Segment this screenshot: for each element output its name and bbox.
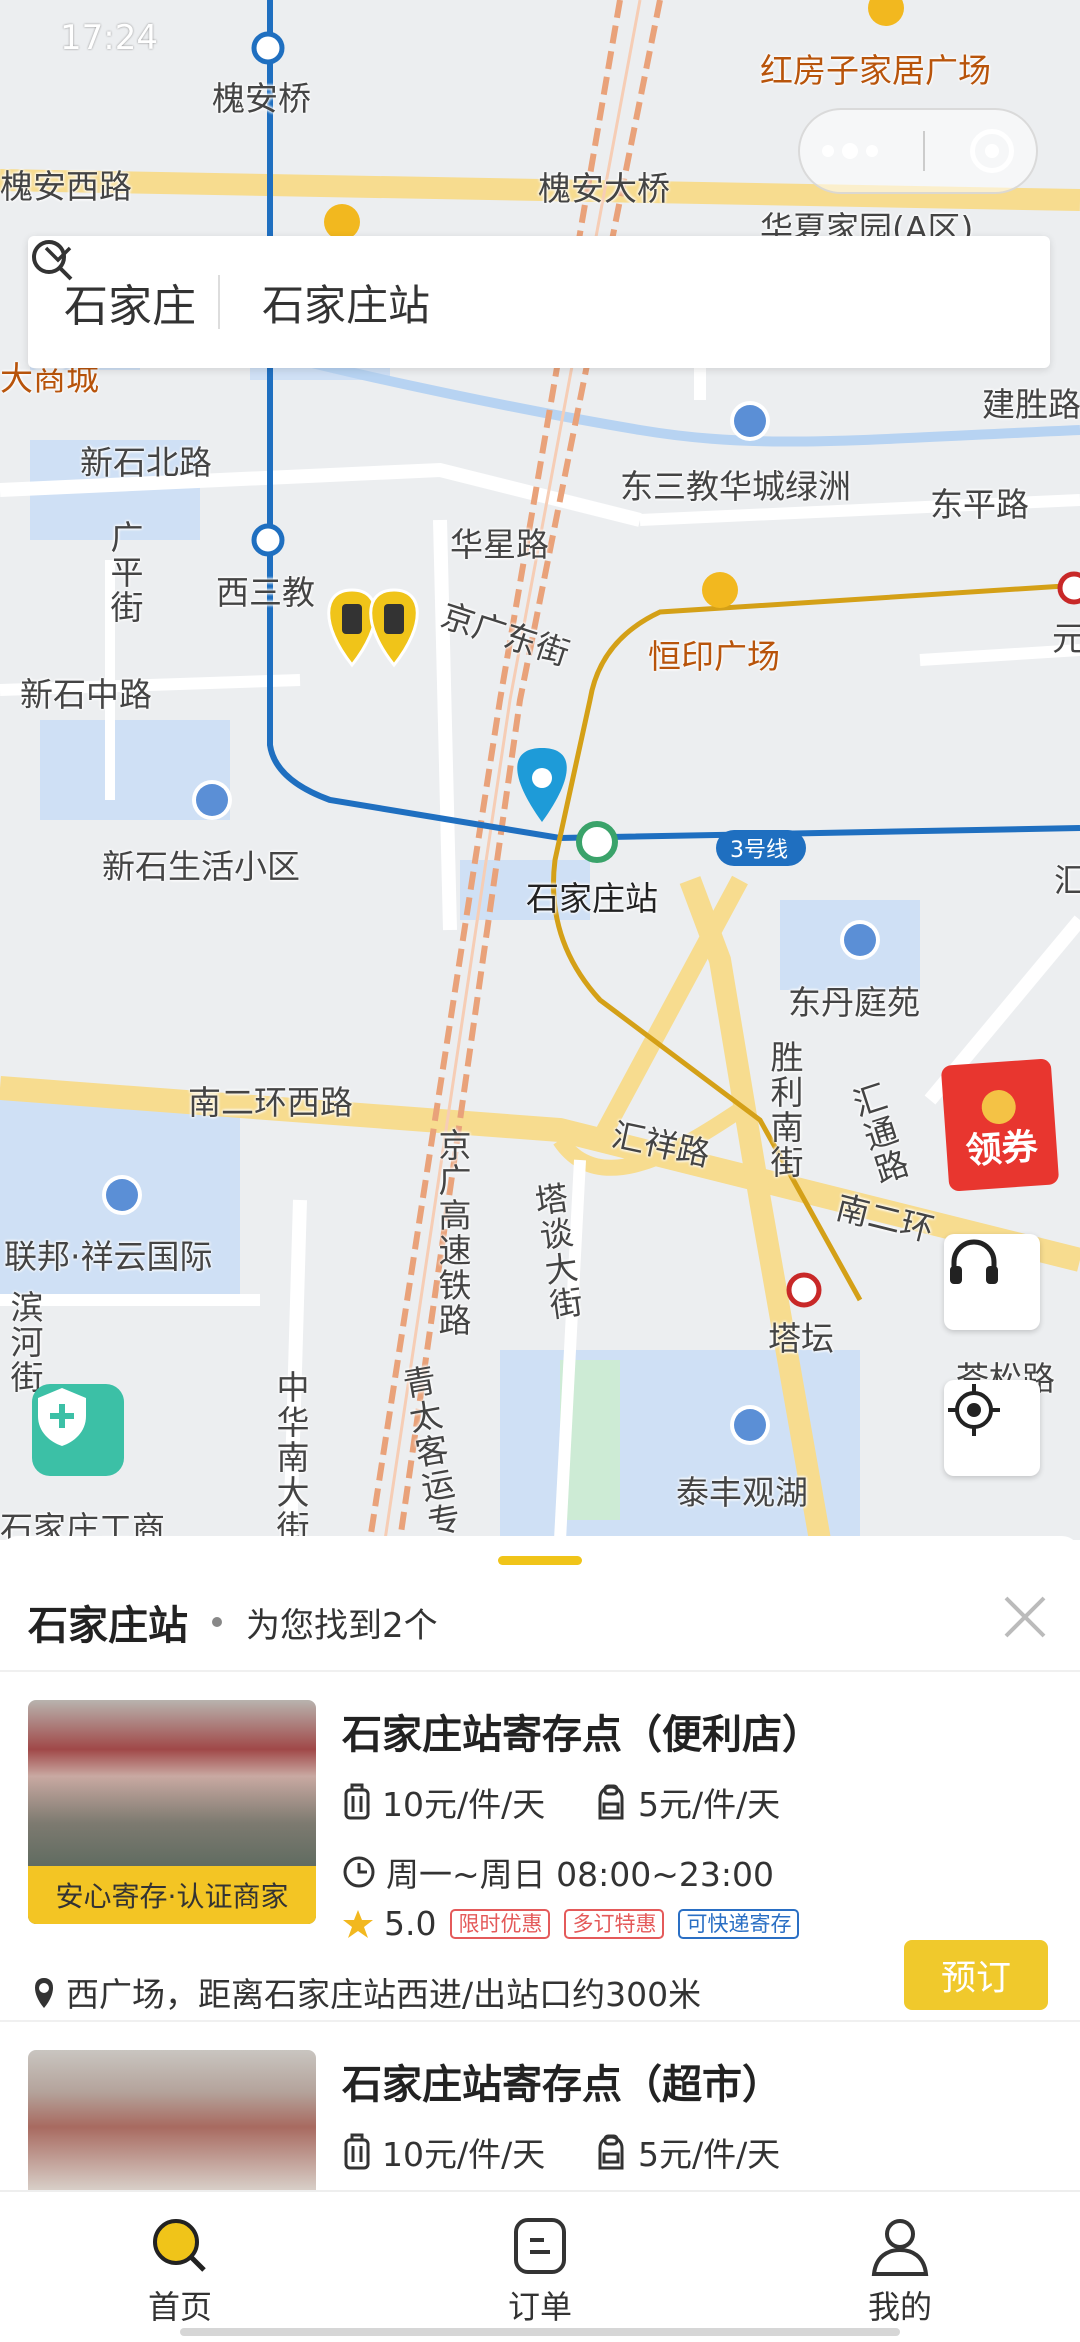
luggage-pin-2 <box>369 588 419 668</box>
map-label: 元 <box>1052 619 1080 658</box>
profile-icon <box>871 2219 929 2276</box>
price-large: 10元/件/天 <box>382 1785 546 1824</box>
map-label: 新石中路 <box>20 675 152 714</box>
city-label: 石家庄 <box>64 281 196 332</box>
map-label: 建胜路 <box>982 385 1080 424</box>
verified-tag: 安心寄存·认证商家 <box>28 1866 316 1924</box>
sheet-header: 石家庄站 为您找到2个 <box>28 1592 438 1652</box>
map-label: 胜利南街 <box>765 1040 804 1180</box>
clock-icon <box>343 1856 375 1888</box>
price-small-row: 5元/件/天 <box>594 1778 780 1826</box>
store-name: 石家庄站寄存点（超市） <box>342 2062 782 2108</box>
hours-row: 周一~周日 08:00~23:00 <box>342 1848 774 1896</box>
miniprogram-capsule <box>798 108 1038 194</box>
map-label: 泰丰观湖 <box>676 1473 808 1512</box>
line3-label: 3号线 <box>730 838 788 863</box>
address-row: 西广场，距离石家庄站西进/出站口约300米 <box>30 1968 701 2016</box>
separator-dot <box>212 1617 222 1627</box>
star-icon <box>343 1909 373 1938</box>
bottom-tab-bar: 首页 订单 我的 <box>0 2190 1080 2340</box>
tab-profile[interactable]: 我的 <box>800 2192 1000 2342</box>
map-label: 东平路 <box>930 485 1029 524</box>
tab-home[interactable]: 首页 <box>80 2192 280 2342</box>
store-address: 西广场，距离石家庄站西进/出站口约300米 <box>66 1975 702 2014</box>
map-label: 石家庄工商 <box>0 1509 165 1540</box>
map-label: 滨河街 <box>5 1290 44 1395</box>
badge-multi-order: 多订特惠 <box>564 1908 665 1939</box>
map-label: 新石北路 <box>80 443 212 482</box>
rating-row: 5.0 限时优惠 多订特惠 可快递寄存 <box>342 1904 800 1943</box>
location-pin-icon <box>35 1978 53 2008</box>
divider <box>0 2020 1080 2022</box>
book-button[interactable]: 预订 <box>904 1940 1048 2010</box>
divider <box>0 1670 1080 1672</box>
result-count: 为您找到2个 <box>246 1605 438 1646</box>
price-large-row: 10元/件/天 <box>342 2128 545 2176</box>
map-label: 汇 <box>1054 861 1080 900</box>
map-label-station: 石家庄站 <box>526 879 658 918</box>
suitcase-icon <box>344 2133 370 2170</box>
map-label: 南二环西路 <box>188 1083 353 1122</box>
backpack-icon <box>598 2134 624 2170</box>
luggage-pin-1 <box>327 588 377 668</box>
price-small-row: 5元/件/天 <box>594 2128 780 2176</box>
map-label: 联邦·祥云国际 <box>4 1237 213 1276</box>
price-large-row: 10元/件/天 <box>342 1778 545 1826</box>
tab-label: 订单 <box>507 2288 572 2326</box>
search-query: 石家庄站 <box>262 280 431 330</box>
order-icon <box>514 2218 566 2274</box>
map-label: 东三教华城绿洲 <box>620 467 851 506</box>
coupon-label: 领券 <box>964 1126 1040 1173</box>
close-icon[interactable] <box>1000 1592 1050 1642</box>
map-label: 槐安西路 <box>0 167 132 206</box>
store-thumbnail <box>28 2050 316 2190</box>
map-label: 恒印广场 <box>648 637 780 676</box>
map-view[interactable]: 17:24 槐安桥 槐安西路 槐安大桥 红房子家居广场 华夏家园(A区) 新石北… <box>0 0 1080 1540</box>
backpack-icon <box>598 1784 624 1820</box>
price-small: 5元/件/天 <box>638 2135 781 2174</box>
locate-button[interactable] <box>944 1380 1040 1476</box>
map-label: 华星路 <box>450 525 549 564</box>
map-label: 红房子家居广场 <box>760 51 991 90</box>
tab-label: 首页 <box>147 2288 212 2326</box>
coupon-button[interactable]: 领券 <box>940 1058 1060 1192</box>
badge-express: 可快递寄存 <box>678 1908 800 1939</box>
sheet-title: 石家庄站 <box>28 1603 188 1649</box>
rating-value: 5.0 <box>384 1904 437 1943</box>
search-icon <box>153 2219 206 2272</box>
headset-icon <box>950 1239 998 1284</box>
store-thumbnail: 安心寄存·认证商家 <box>28 1700 316 1924</box>
shield-plus-icon <box>38 1388 86 1446</box>
search-input[interactable]: 石家庄站 <box>32 236 1050 368</box>
tab-orders[interactable]: 订单 <box>440 2192 640 2342</box>
map-label: 槐安大桥 <box>538 169 670 208</box>
close-target-icon[interactable] <box>969 129 1014 173</box>
business-hours: 周一~周日 08:00~23:00 <box>386 1855 774 1894</box>
suitcase-icon <box>344 1783 370 1820</box>
more-icon[interactable] <box>822 143 879 159</box>
map-label: 东丹庭苑 <box>788 983 920 1022</box>
map-label: 新石生活小区 <box>102 847 300 886</box>
capsule-divider <box>922 131 925 171</box>
status-time: 17:24 <box>60 18 158 58</box>
store-name: 石家庄站寄存点（便利店） <box>342 1712 822 1758</box>
map-label: 广平街 <box>105 520 144 625</box>
badge-limited-offer: 限时优惠 <box>450 1908 551 1939</box>
sheet-drag-handle[interactable] <box>498 1556 582 1565</box>
home-indicator <box>180 2328 900 2336</box>
customer-service-button[interactable] <box>944 1234 1040 1330</box>
map-label: 西三教 <box>216 573 315 612</box>
price-large: 10元/件/天 <box>382 2135 546 2174</box>
search-divider <box>218 275 220 329</box>
search-bar: 石家庄 石家庄站 <box>28 236 1050 368</box>
tab-label: 我的 <box>867 2288 932 2326</box>
locate-icon <box>948 1384 1000 1436</box>
map-label: 塔坛 <box>768 1319 834 1358</box>
search-icon <box>32 240 73 281</box>
price-small: 5元/件/天 <box>638 1785 781 1824</box>
map-label: 槐安桥 <box>212 79 311 118</box>
map-label: 京广高速铁路 <box>433 1128 472 1338</box>
insurance-shield-button[interactable] <box>32 1384 124 1476</box>
map-label: 中华南大街 <box>271 1370 310 1540</box>
